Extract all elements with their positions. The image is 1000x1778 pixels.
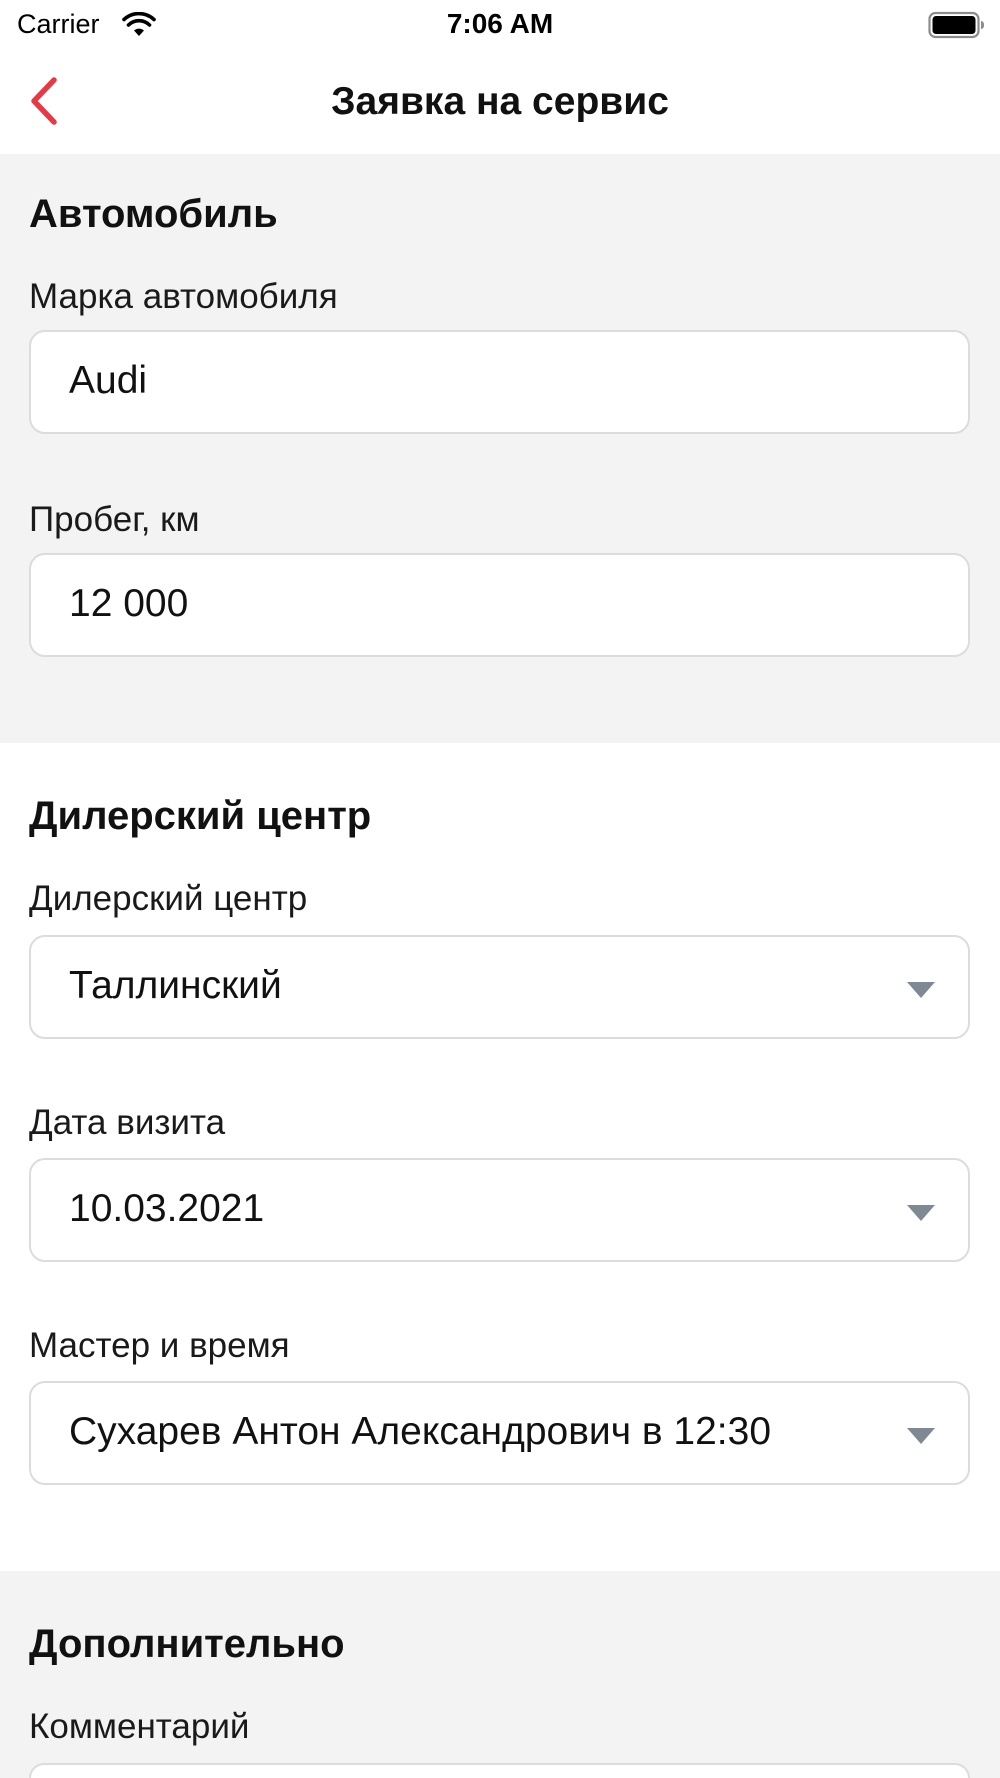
car-brand-label: Марка автомобиля bbox=[29, 277, 338, 316]
mileage-value: 12 000 bbox=[69, 582, 189, 625]
mileage-field[interactable]: 12 000 bbox=[29, 553, 970, 657]
chevron-down-icon bbox=[907, 1428, 935, 1444]
section-title-car: Автомобиль bbox=[29, 192, 278, 236]
section-title-dealer: Дилерский центр bbox=[29, 794, 372, 838]
master-time-value: Сухарев Антон Александрович в 12:30 bbox=[69, 1410, 772, 1453]
chevron-down-icon bbox=[907, 1205, 935, 1221]
car-brand-field[interactable]: Audi bbox=[29, 330, 970, 434]
comment-label: Комментарий bbox=[29, 1707, 250, 1746]
chevron-down-icon bbox=[907, 982, 935, 998]
master-time-select[interactable]: Сухарев Антон Александрович в 12:30 bbox=[29, 1381, 970, 1485]
section-extra: Дополнительно Комментарий bbox=[0, 1571, 1000, 1778]
visit-date-value: 10.03.2021 bbox=[69, 1187, 265, 1230]
mileage-label: Пробег, км bbox=[29, 500, 200, 539]
battery-icon bbox=[928, 11, 984, 39]
dealer-center-value: Таллинский bbox=[69, 964, 282, 1007]
section-dealer: Дилерский центр Дилерский центр Таллинск… bbox=[0, 743, 1000, 1571]
car-brand-value: Audi bbox=[69, 359, 148, 402]
master-time-label: Мастер и время bbox=[29, 1326, 290, 1365]
visit-date-label: Дата визита bbox=[29, 1103, 226, 1142]
comment-field[interactable] bbox=[29, 1763, 970, 1778]
page-title: Заявка на сервис bbox=[331, 80, 669, 123]
dealer-center-label: Дилерский центр bbox=[29, 879, 308, 918]
dealer-center-select[interactable]: Таллинский bbox=[29, 935, 970, 1039]
clock-time: 7:06 AM bbox=[446, 8, 554, 39]
status-bar: Carrier 7:06 AM bbox=[0, 0, 1000, 50]
visit-date-select[interactable]: 10.03.2021 bbox=[29, 1158, 970, 1262]
section-title-extra: Дополнительно bbox=[29, 1622, 345, 1666]
navigation-bar: Заявка на сервис bbox=[0, 50, 1000, 154]
section-car: Автомобиль Марка автомобиля Audi Пробег,… bbox=[0, 154, 1000, 743]
